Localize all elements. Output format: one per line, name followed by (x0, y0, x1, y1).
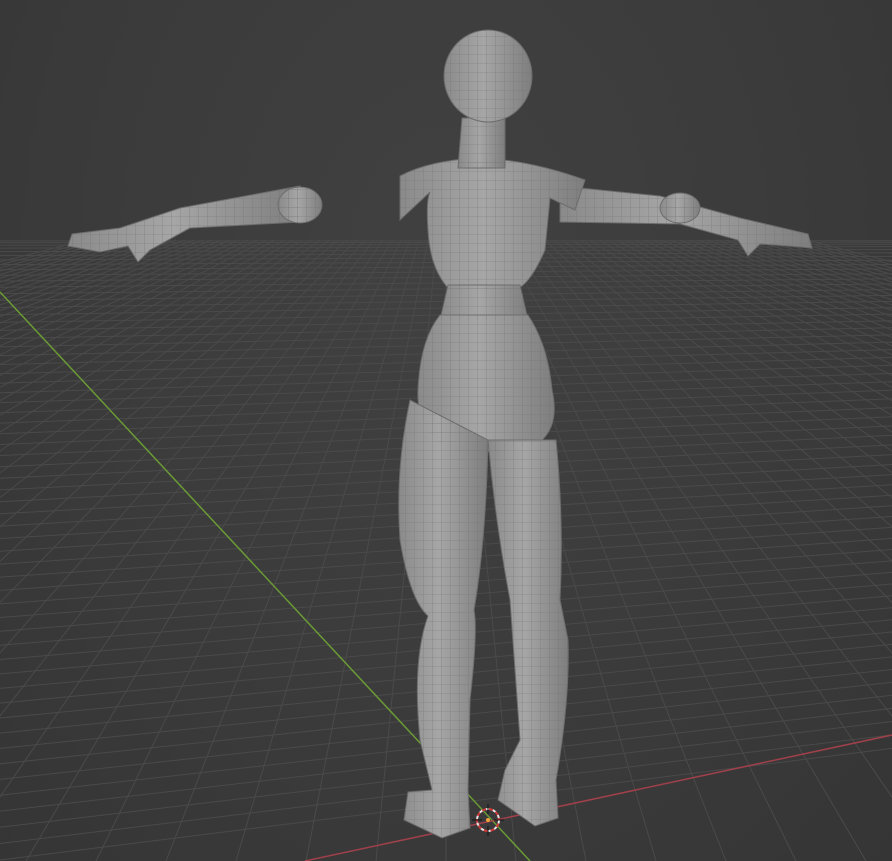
grid-line (0, 239, 159, 291)
grid-line (526, 239, 892, 654)
grid-line (679, 239, 892, 324)
grid-line (535, 239, 892, 604)
grid-line (0, 239, 231, 339)
grid-line (625, 239, 892, 376)
grid-line (0, 239, 366, 654)
grid-line (0, 239, 357, 604)
grid-line (661, 239, 892, 339)
grid-line (517, 239, 892, 717)
x-axis-line (304, 734, 892, 861)
grid-line (733, 239, 892, 291)
3d-cursor-icon[interactable] (472, 804, 504, 836)
grid-line (0, 239, 267, 376)
grid-line (670, 239, 892, 331)
viewport-canvas[interactable] (0, 0, 892, 861)
grid-line (742, 239, 892, 287)
grid-line (0, 239, 177, 301)
grid-line (0, 239, 375, 717)
3d-viewport[interactable] (0, 0, 892, 861)
grid-line (634, 239, 892, 366)
grid-line (0, 239, 150, 287)
